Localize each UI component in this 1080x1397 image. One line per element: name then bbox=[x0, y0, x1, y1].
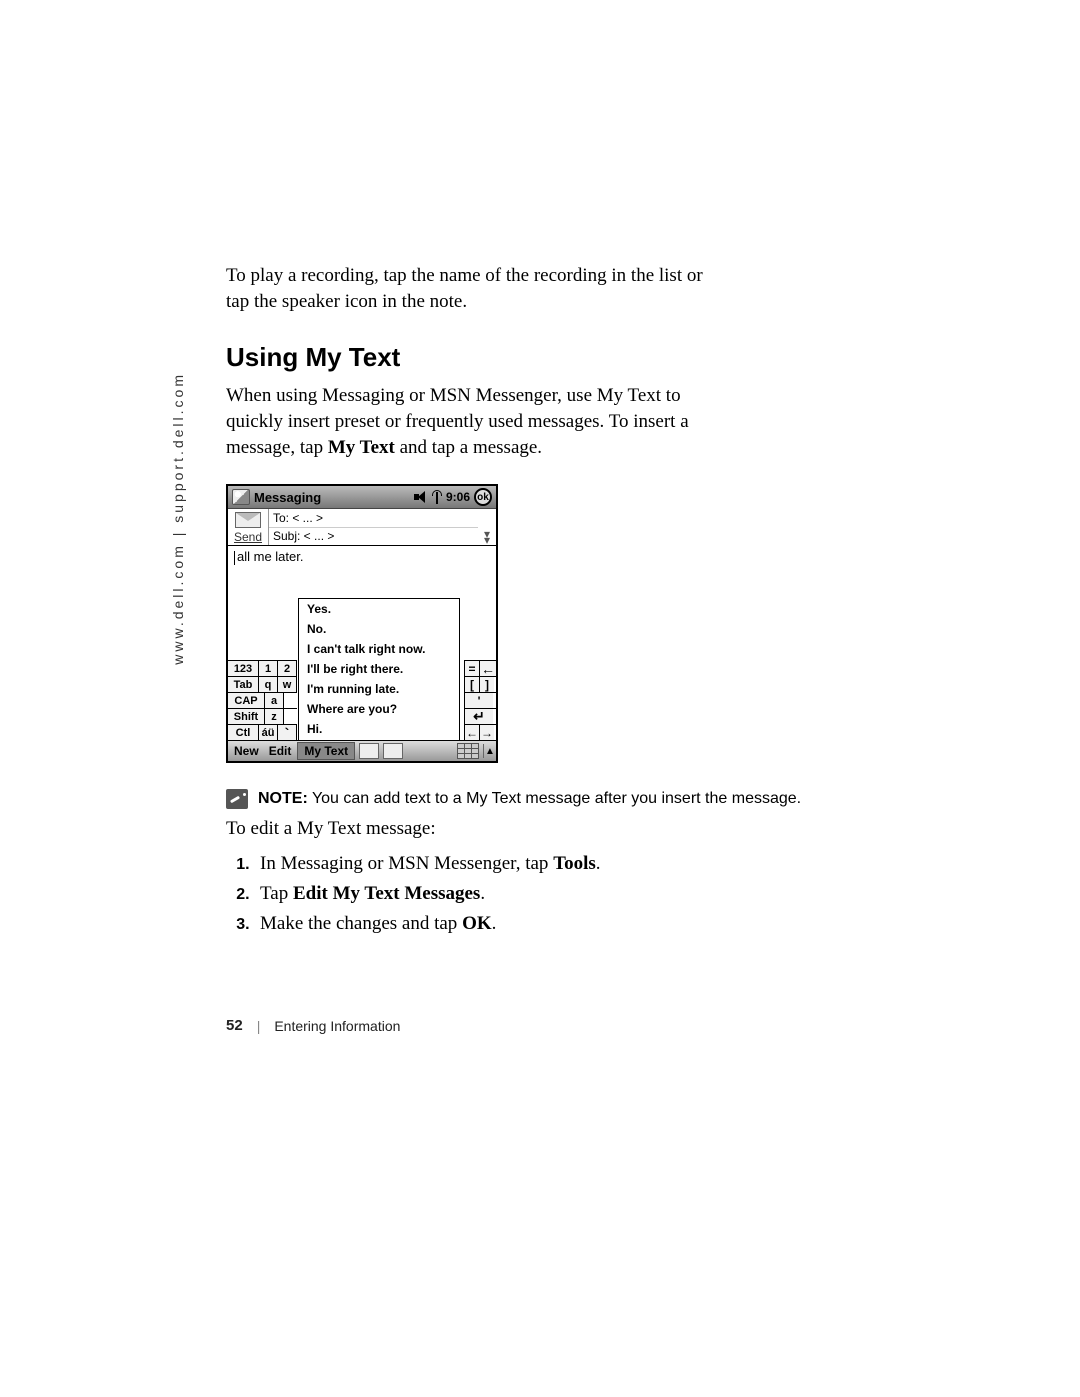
bottom-toolbar: New Edit My Text ▲ bbox=[228, 740, 496, 761]
popup-item[interactable]: Where are you? bbox=[299, 699, 459, 719]
page-content: To play a recording, tap the name of the… bbox=[226, 263, 926, 940]
ok-button[interactable]: ok bbox=[474, 488, 492, 506]
footer-separator: | bbox=[257, 1018, 261, 1034]
menu-mytext[interactable]: My Text bbox=[297, 742, 355, 760]
message-body[interactable]: all me later. Yes. No. I can't talk righ… bbox=[228, 546, 496, 740]
titlebar: Messaging 9:06 ok bbox=[228, 486, 496, 509]
key-1[interactable]: 1 bbox=[259, 661, 278, 676]
page-footer: 52 | Entering Information bbox=[226, 1017, 400, 1034]
key-a[interactable]: a bbox=[265, 693, 284, 708]
step1-post: . bbox=[596, 853, 601, 874]
key-z[interactable]: z bbox=[265, 709, 284, 724]
mytext-popup: Yes. No. I can't talk right now. I'll be… bbox=[298, 598, 460, 740]
step2-bold: Edit My Text Messages bbox=[293, 883, 480, 904]
menu-new[interactable]: New bbox=[230, 744, 263, 758]
toolbar-icon-1[interactable] bbox=[359, 743, 379, 759]
popup-item[interactable]: Hi. bbox=[299, 719, 459, 739]
step-1: In Messaging or MSN Messenger, tap Tools… bbox=[254, 849, 926, 879]
intro-paragraph: To play a recording, tap the name of the… bbox=[226, 263, 706, 314]
popup-item[interactable]: I can't talk right now. bbox=[299, 639, 459, 659]
key-shift[interactable]: Shift bbox=[228, 709, 265, 724]
key-right-arrow[interactable]: → bbox=[479, 725, 494, 740]
note-body: You can add text to a My Text message af… bbox=[308, 790, 801, 807]
key-cap[interactable]: CAP bbox=[228, 693, 265, 708]
key-tab[interactable]: Tab bbox=[228, 677, 259, 692]
antenna-icon[interactable] bbox=[432, 490, 442, 504]
key-return[interactable]: ↵ bbox=[464, 709, 493, 724]
step3-post: . bbox=[492, 913, 497, 934]
app-title: Messaging bbox=[254, 490, 410, 505]
key-2[interactable]: 2 bbox=[278, 661, 297, 676]
popup-item[interactable]: I'm running late. bbox=[299, 679, 459, 699]
clock: 9:06 bbox=[446, 490, 470, 504]
key-bracket-open[interactable]: [ bbox=[464, 677, 479, 692]
step1-pre: In Messaging or MSN Messenger, tap bbox=[260, 853, 553, 874]
footer-section: Entering Information bbox=[274, 1018, 400, 1034]
key-accents[interactable]: áü bbox=[259, 725, 278, 740]
step-3: Make the changes and tap OK. bbox=[254, 909, 926, 939]
text-caret bbox=[234, 551, 236, 565]
send-link[interactable]: Send bbox=[228, 530, 268, 545]
body-text: all me later. bbox=[237, 549, 303, 564]
sip-keyboard-icon[interactable] bbox=[457, 743, 479, 759]
envelope-icon[interactable] bbox=[228, 509, 268, 530]
subject-field[interactable]: Subj: < ... > bbox=[269, 528, 478, 546]
section-heading: Using My Text bbox=[226, 342, 926, 373]
edit-intro: To edit a My Text message: bbox=[226, 816, 926, 843]
side-url-text: www.dell.com | support.dell.com bbox=[170, 372, 186, 665]
note-text: NOTE: You can add text to a My Text mess… bbox=[258, 789, 801, 810]
key-grave[interactable]: ` bbox=[278, 725, 297, 740]
double-chevron-down-icon: ▾▾ bbox=[484, 531, 490, 543]
step2-pre: Tap bbox=[260, 883, 293, 904]
key-w[interactable]: w bbox=[278, 677, 297, 692]
key-left-arrow[interactable]: ← bbox=[464, 725, 479, 740]
para2-bold: My Text bbox=[328, 437, 395, 458]
para2-post: and tap a message. bbox=[395, 437, 542, 458]
key-bracket-close[interactable]: ] bbox=[479, 677, 494, 692]
speaker-icon[interactable] bbox=[414, 490, 428, 504]
to-field[interactable]: To: < ... > bbox=[269, 509, 478, 528]
key-123[interactable]: 123 bbox=[228, 661, 259, 676]
compose-header: Send To: < ... > Subj: < ... > ▾▾ bbox=[228, 509, 496, 546]
popup-item[interactable]: No. bbox=[299, 619, 459, 639]
expand-fields[interactable]: ▾▾ bbox=[478, 509, 496, 545]
step3-bold: OK bbox=[462, 913, 492, 934]
toolbar-icon-2[interactable] bbox=[383, 743, 403, 759]
popup-item[interactable]: I'll be right there. bbox=[299, 659, 459, 679]
sip-up-arrow-icon[interactable]: ▲ bbox=[483, 744, 496, 758]
key-ctl[interactable]: Ctl bbox=[228, 725, 259, 740]
soft-keyboard-left: 123 1 2 Tab q w CAP a Shift z bbox=[228, 660, 297, 740]
start-icon[interactable] bbox=[232, 489, 250, 505]
section-paragraph: When using Messaging or MSN Messenger, u… bbox=[226, 383, 706, 460]
page-number: 52 bbox=[226, 1017, 243, 1034]
key-q[interactable]: q bbox=[259, 677, 278, 692]
key-apostrophe[interactable]: ' bbox=[464, 693, 493, 708]
soft-keyboard-right: = ← [ ] ' ↵ ← → bbox=[464, 660, 496, 740]
note-block: NOTE: You can add text to a My Text mess… bbox=[226, 789, 926, 810]
key-backspace[interactable]: ← bbox=[479, 661, 496, 676]
step-2: Tap Edit My Text Messages. bbox=[254, 879, 926, 909]
menu-edit[interactable]: Edit bbox=[265, 744, 296, 758]
note-label: NOTE: bbox=[258, 790, 308, 807]
compose-fields: To: < ... > Subj: < ... > bbox=[269, 509, 478, 545]
device-screenshot: Messaging 9:06 ok Send To: < ... > Subj:… bbox=[226, 484, 498, 763]
popup-item[interactable]: Goodbye. bbox=[299, 739, 459, 740]
step1-bold: Tools bbox=[553, 853, 596, 874]
steps-list: In Messaging or MSN Messenger, tap Tools… bbox=[226, 849, 926, 940]
step2-post: . bbox=[480, 883, 485, 904]
key-equals[interactable]: = bbox=[464, 661, 479, 676]
compose-left-col: Send bbox=[228, 509, 269, 545]
note-pencil-icon bbox=[226, 789, 248, 809]
step3-pre: Make the changes and tap bbox=[260, 913, 462, 934]
popup-item[interactable]: Yes. bbox=[299, 599, 459, 619]
